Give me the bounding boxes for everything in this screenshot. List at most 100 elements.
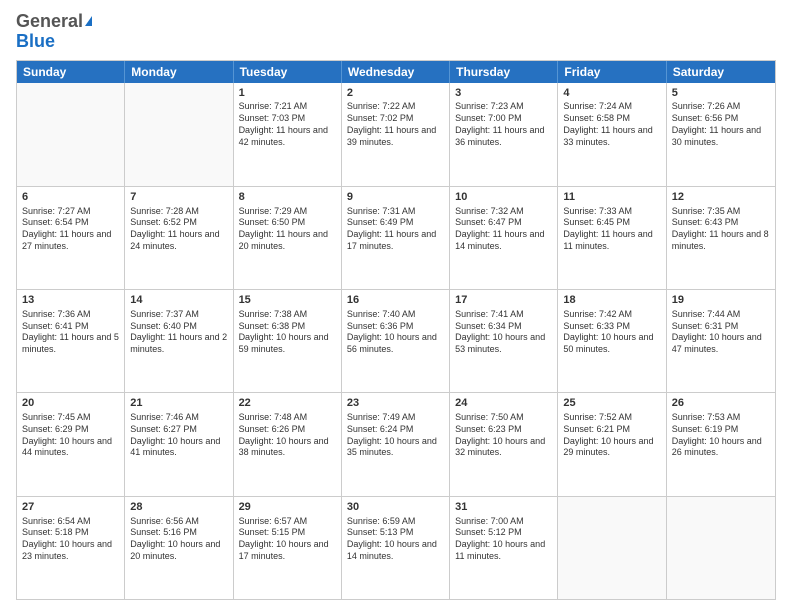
calendar-cell: 26Sunrise: 7:53 AM Sunset: 6:19 PM Dayli… <box>667 393 775 495</box>
day-number: 1 <box>239 86 336 101</box>
day-number: 13 <box>22 293 119 308</box>
day-number: 30 <box>347 500 444 515</box>
cell-info: Sunrise: 6:56 AM Sunset: 5:16 PM Dayligh… <box>130 516 227 563</box>
calendar-cell: 20Sunrise: 7:45 AM Sunset: 6:29 PM Dayli… <box>17 393 125 495</box>
calendar-row: 6Sunrise: 7:27 AM Sunset: 6:54 PM Daylig… <box>17 186 775 289</box>
cell-info: Sunrise: 7:53 AM Sunset: 6:19 PM Dayligh… <box>672 412 770 459</box>
day-number: 27 <box>22 500 119 515</box>
day-number: 3 <box>455 86 552 101</box>
logo-blue: Blue <box>16 32 55 52</box>
cell-info: Sunrise: 7:49 AM Sunset: 6:24 PM Dayligh… <box>347 412 444 459</box>
calendar-cell <box>125 83 233 186</box>
cell-info: Sunrise: 7:36 AM Sunset: 6:41 PM Dayligh… <box>22 309 119 356</box>
cell-info: Sunrise: 7:41 AM Sunset: 6:34 PM Dayligh… <box>455 309 552 356</box>
cell-info: Sunrise: 7:33 AM Sunset: 6:45 PM Dayligh… <box>563 206 660 253</box>
day-number: 7 <box>130 190 227 205</box>
cell-info: Sunrise: 7:48 AM Sunset: 6:26 PM Dayligh… <box>239 412 336 459</box>
weekday-header: Tuesday <box>234 61 342 83</box>
calendar-row: 27Sunrise: 6:54 AM Sunset: 5:18 PM Dayli… <box>17 496 775 599</box>
day-number: 14 <box>130 293 227 308</box>
calendar-row: 1Sunrise: 7:21 AM Sunset: 7:03 PM Daylig… <box>17 83 775 186</box>
calendar-row: 20Sunrise: 7:45 AM Sunset: 6:29 PM Dayli… <box>17 392 775 495</box>
day-number: 5 <box>672 86 770 101</box>
day-number: 25 <box>563 396 660 411</box>
cell-info: Sunrise: 7:50 AM Sunset: 6:23 PM Dayligh… <box>455 412 552 459</box>
cell-info: Sunrise: 6:57 AM Sunset: 5:15 PM Dayligh… <box>239 516 336 563</box>
day-number: 28 <box>130 500 227 515</box>
day-number: 6 <box>22 190 119 205</box>
cell-info: Sunrise: 7:46 AM Sunset: 6:27 PM Dayligh… <box>130 412 227 459</box>
cell-info: Sunrise: 7:35 AM Sunset: 6:43 PM Dayligh… <box>672 206 770 253</box>
calendar-header: SundayMondayTuesdayWednesdayThursdayFrid… <box>17 61 775 83</box>
day-number: 8 <box>239 190 336 205</box>
cell-info: Sunrise: 7:23 AM Sunset: 7:00 PM Dayligh… <box>455 101 552 148</box>
cell-info: Sunrise: 6:59 AM Sunset: 5:13 PM Dayligh… <box>347 516 444 563</box>
header: General Blue <box>16 12 776 52</box>
calendar-cell: 24Sunrise: 7:50 AM Sunset: 6:23 PM Dayli… <box>450 393 558 495</box>
calendar-cell: 14Sunrise: 7:37 AM Sunset: 6:40 PM Dayli… <box>125 290 233 392</box>
calendar-row: 13Sunrise: 7:36 AM Sunset: 6:41 PM Dayli… <box>17 289 775 392</box>
weekday-header: Friday <box>558 61 666 83</box>
calendar-cell: 6Sunrise: 7:27 AM Sunset: 6:54 PM Daylig… <box>17 187 125 289</box>
day-number: 11 <box>563 190 660 205</box>
calendar-cell: 4Sunrise: 7:24 AM Sunset: 6:58 PM Daylig… <box>558 83 666 186</box>
cell-info: Sunrise: 7:24 AM Sunset: 6:58 PM Dayligh… <box>563 101 660 148</box>
day-number: 19 <box>672 293 770 308</box>
cell-info: Sunrise: 7:31 AM Sunset: 6:49 PM Dayligh… <box>347 206 444 253</box>
day-number: 31 <box>455 500 552 515</box>
calendar-cell: 29Sunrise: 6:57 AM Sunset: 5:15 PM Dayli… <box>234 497 342 599</box>
day-number: 4 <box>563 86 660 101</box>
weekday-header: Saturday <box>667 61 775 83</box>
cell-info: Sunrise: 7:40 AM Sunset: 6:36 PM Dayligh… <box>347 309 444 356</box>
weekday-header: Sunday <box>17 61 125 83</box>
calendar-cell: 23Sunrise: 7:49 AM Sunset: 6:24 PM Dayli… <box>342 393 450 495</box>
calendar-cell: 31Sunrise: 7:00 AM Sunset: 5:12 PM Dayli… <box>450 497 558 599</box>
cell-info: Sunrise: 7:45 AM Sunset: 6:29 PM Dayligh… <box>22 412 119 459</box>
day-number: 29 <box>239 500 336 515</box>
calendar-cell: 3Sunrise: 7:23 AM Sunset: 7:00 PM Daylig… <box>450 83 558 186</box>
calendar-cell: 2Sunrise: 7:22 AM Sunset: 7:02 PM Daylig… <box>342 83 450 186</box>
day-number: 26 <box>672 396 770 411</box>
calendar-cell: 19Sunrise: 7:44 AM Sunset: 6:31 PM Dayli… <box>667 290 775 392</box>
logo-general: General <box>16 12 92 32</box>
cell-info: Sunrise: 6:54 AM Sunset: 5:18 PM Dayligh… <box>22 516 119 563</box>
cell-info: Sunrise: 7:21 AM Sunset: 7:03 PM Dayligh… <box>239 101 336 148</box>
calendar-cell: 27Sunrise: 6:54 AM Sunset: 5:18 PM Dayli… <box>17 497 125 599</box>
calendar-cell: 16Sunrise: 7:40 AM Sunset: 6:36 PM Dayli… <box>342 290 450 392</box>
cell-info: Sunrise: 7:26 AM Sunset: 6:56 PM Dayligh… <box>672 101 770 148</box>
cell-info: Sunrise: 7:38 AM Sunset: 6:38 PM Dayligh… <box>239 309 336 356</box>
day-number: 22 <box>239 396 336 411</box>
calendar-cell: 30Sunrise: 6:59 AM Sunset: 5:13 PM Dayli… <box>342 497 450 599</box>
calendar-cell <box>558 497 666 599</box>
day-number: 12 <box>672 190 770 205</box>
weekday-header: Wednesday <box>342 61 450 83</box>
calendar-cell: 22Sunrise: 7:48 AM Sunset: 6:26 PM Dayli… <box>234 393 342 495</box>
day-number: 21 <box>130 396 227 411</box>
calendar-cell: 8Sunrise: 7:29 AM Sunset: 6:50 PM Daylig… <box>234 187 342 289</box>
calendar-cell: 9Sunrise: 7:31 AM Sunset: 6:49 PM Daylig… <box>342 187 450 289</box>
day-number: 15 <box>239 293 336 308</box>
cell-info: Sunrise: 7:44 AM Sunset: 6:31 PM Dayligh… <box>672 309 770 356</box>
calendar-body: 1Sunrise: 7:21 AM Sunset: 7:03 PM Daylig… <box>17 83 775 599</box>
calendar: SundayMondayTuesdayWednesdayThursdayFrid… <box>16 60 776 600</box>
day-number: 24 <box>455 396 552 411</box>
weekday-header: Monday <box>125 61 233 83</box>
calendar-cell <box>667 497 775 599</box>
calendar-cell: 18Sunrise: 7:42 AM Sunset: 6:33 PM Dayli… <box>558 290 666 392</box>
cell-info: Sunrise: 7:28 AM Sunset: 6:52 PM Dayligh… <box>130 206 227 253</box>
calendar-cell <box>17 83 125 186</box>
cell-info: Sunrise: 7:27 AM Sunset: 6:54 PM Dayligh… <box>22 206 119 253</box>
page: General Blue SundayMondayTuesdayWednesda… <box>0 0 792 612</box>
calendar-cell: 17Sunrise: 7:41 AM Sunset: 6:34 PM Dayli… <box>450 290 558 392</box>
weekday-header: Thursday <box>450 61 558 83</box>
cell-info: Sunrise: 7:52 AM Sunset: 6:21 PM Dayligh… <box>563 412 660 459</box>
calendar-cell: 7Sunrise: 7:28 AM Sunset: 6:52 PM Daylig… <box>125 187 233 289</box>
cell-info: Sunrise: 7:00 AM Sunset: 5:12 PM Dayligh… <box>455 516 552 563</box>
cell-info: Sunrise: 7:32 AM Sunset: 6:47 PM Dayligh… <box>455 206 552 253</box>
day-number: 23 <box>347 396 444 411</box>
day-number: 16 <box>347 293 444 308</box>
calendar-cell: 21Sunrise: 7:46 AM Sunset: 6:27 PM Dayli… <box>125 393 233 495</box>
calendar-cell: 10Sunrise: 7:32 AM Sunset: 6:47 PM Dayli… <box>450 187 558 289</box>
cell-info: Sunrise: 7:29 AM Sunset: 6:50 PM Dayligh… <box>239 206 336 253</box>
calendar-cell: 28Sunrise: 6:56 AM Sunset: 5:16 PM Dayli… <box>125 497 233 599</box>
